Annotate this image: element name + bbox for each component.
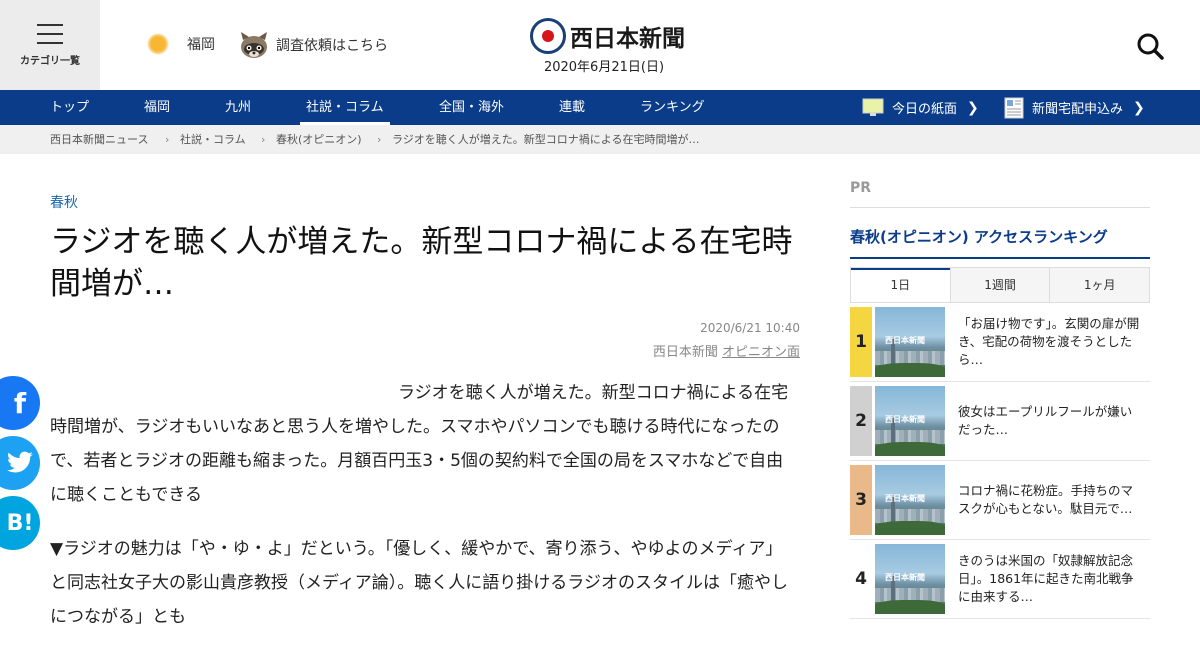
ranking-item[interactable]: 2 西日本新聞 彼女はエープリルフールが嫌いだった… — [850, 382, 1150, 461]
nav-item-ranking[interactable]: ランキング — [640, 90, 705, 125]
nav-item-series[interactable]: 連載 — [559, 90, 585, 125]
tab-1week[interactable]: 1週間 — [949, 268, 1050, 302]
hatena-icon: B! — [6, 510, 34, 536]
tab-1month[interactable]: 1ヶ月 — [1049, 268, 1150, 302]
hatena-bookmark-button[interactable]: B! — [0, 496, 40, 550]
article-title: ラジオを聴く人が増えた。新型コロナ禍による在宅時間増が… — [50, 224, 793, 302]
ranking-item[interactable]: 3 西日本新聞 コロナ禍に花粉症。手持ちのマスクが心もとない。駄目元で… — [850, 461, 1150, 540]
ranking-tabs: 1日 1週間 1ヶ月 — [850, 267, 1150, 303]
article-category[interactable]: 春秋 — [50, 192, 78, 212]
ranking-list: 1 西日本新聞 「お届け物です」。玄関の扉が開き、宅配の荷物を渡そうとしたら… 2 西日… — [850, 303, 1150, 619]
chevron-right-icon: › — [165, 133, 170, 146]
subscribe-link[interactable]: 新聞宅配申込み ❯ — [1004, 90, 1145, 125]
monitor-icon — [862, 98, 884, 116]
article-section-link[interactable]: オピニオン面 — [722, 345, 800, 360]
header: カテゴリ一覧 福岡 調査依頼はこちら 西日本新聞 2020年6月21日(日) — [0, 0, 1200, 90]
hamburger-icon — [37, 23, 63, 44]
chevron-right-icon: ❯ — [967, 99, 979, 116]
today-paper-link[interactable]: 今日の紙面 ❯ — [862, 90, 979, 125]
survey-label: 調査依頼はこちら — [276, 38, 388, 54]
twitter-icon — [7, 451, 33, 473]
site-logo[interactable]: 西日本新聞 — [530, 18, 685, 54]
rank-number: 1 — [850, 307, 872, 377]
rank-number: 2 — [850, 386, 872, 456]
thumbnail-watermark: 西日本新聞 — [885, 336, 925, 345]
chevron-right-icon: › — [261, 133, 266, 146]
article-thumbnail: 西日本新聞 — [875, 465, 945, 535]
sidebar: PR 春秋(オピニオン) アクセスランキング 1日 1週間 1ヶ月 1 西日本新聞… — [850, 180, 1150, 619]
newspaper-icon — [1004, 97, 1024, 118]
nav-item-kyushu[interactable]: 九州 — [225, 90, 251, 125]
article-body: ラジオを聴く人が増えた。新型コロナ禍による在宅時間増が、ラジオもいいなあと思う人… — [50, 376, 798, 654]
article-thumbnail: 西日本新聞 — [875, 307, 945, 377]
rank-number: 3 — [850, 465, 872, 535]
breadcrumb: 西日本新聞ニュース › 社説・コラム › 春秋(オピニオン) › ラジオを聴く人… — [0, 125, 1200, 154]
chevron-right-icon: › — [377, 133, 382, 146]
article-paragraph: ▼ラジオの魅力は「や・ゆ・よ」だという。「優しく、緩やかで、寄り添う、やゆよのメ… — [50, 539, 788, 627]
pr-label: PR — [850, 180, 1150, 208]
breadcrumb-item-editorial[interactable]: 社説・コラム — [180, 125, 246, 154]
nav-item-editorial[interactable]: 社説・コラム — [300, 90, 390, 125]
nav-item-national[interactable]: 全国・海外 — [439, 90, 504, 125]
thumbnail-watermark: 西日本新聞 — [885, 415, 925, 424]
article-source-name: 西日本新聞 — [652, 345, 718, 360]
logo-text: 西日本新聞 — [570, 26, 685, 52]
header-date: 2020年6月21日(日) — [543, 60, 665, 75]
chevron-right-icon: ❯ — [1133, 99, 1145, 116]
article-thumbnail: 西日本新聞 — [875, 544, 945, 614]
thumbnail-watermark: 西日本新聞 — [885, 494, 925, 503]
sun-icon — [147, 33, 169, 55]
facebook-share-button[interactable]: f — [0, 376, 40, 430]
tab-1day[interactable]: 1日 — [851, 268, 950, 302]
nav-item-top[interactable]: トップ — [50, 90, 89, 125]
logo-mark-icon — [530, 18, 566, 54]
weather-link[interactable]: 福岡 — [147, 33, 215, 55]
article-source: 西日本新聞 オピニオン面 — [653, 341, 800, 360]
weather-city: 福岡 — [187, 37, 215, 53]
ranking-title: 春秋(オピニオン) アクセスランキング — [850, 226, 1150, 259]
search-button[interactable] — [1136, 32, 1164, 60]
nav-item-fukuoka[interactable]: 福岡 — [144, 90, 170, 125]
article-thumbnail: 西日本新聞 — [875, 386, 945, 456]
search-icon — [1137, 33, 1164, 60]
global-nav: トップ 福岡 九州 社説・コラム 全国・海外 連載 ランキング 今日の紙面 ❯ … — [0, 90, 1200, 125]
breadcrumb-item-shunju[interactable]: 春秋(オピニオン) — [276, 125, 362, 154]
ranking-item-title: 彼女はエープリルフールが嫌いだった… — [958, 404, 1133, 437]
subscribe-label: 新聞宅配申込み — [1032, 102, 1124, 117]
category-menu-label: カテゴリ一覧 — [20, 55, 80, 67]
breadcrumb-item-home[interactable]: 西日本新聞ニュース — [50, 125, 148, 154]
ranking-item-title: きのうは米国の「奴隷解放記念日」。1861年に起きた南北戦争に由来する… — [958, 553, 1134, 604]
ranking-item-title: コロナ禍に花粉症。手持ちのマスクが心もとない。駄目元で… — [958, 483, 1134, 516]
today-paper-label: 今日の紙面 — [892, 102, 958, 117]
raccoon-icon — [238, 30, 270, 60]
twitter-share-button[interactable] — [0, 436, 40, 490]
survey-link[interactable]: 調査依頼はこちら — [238, 30, 388, 60]
ranking-item[interactable]: 4 西日本新聞 きのうは米国の「奴隷解放記念日」。1861年に起きた南北戦争に由来す… — [850, 540, 1150, 619]
thumbnail-watermark: 西日本新聞 — [885, 573, 925, 582]
category-menu-button[interactable]: カテゴリ一覧 — [0, 0, 100, 90]
article-paragraph: ラジオを聴く人が増えた。新型コロナ禍による在宅時間増が、ラジオもいいなあと思う人… — [50, 383, 789, 505]
rank-number: 4 — [850, 544, 872, 614]
ranking-item[interactable]: 1 西日本新聞 「お届け物です」。玄関の扉が開き、宅配の荷物を渡そうとしたら… — [850, 303, 1150, 382]
article-datetime: 2020/6/21 10:40 — [700, 321, 800, 335]
facebook-icon: f — [13, 386, 27, 420]
ranking-item-title: 「お届け物です」。玄関の扉が開き、宅配の荷物を渡そうとしたら… — [958, 316, 1140, 367]
breadcrumb-item-current: ラジオを聴く人が増えた。新型コロナ禍による在宅時間増が… — [392, 133, 700, 146]
